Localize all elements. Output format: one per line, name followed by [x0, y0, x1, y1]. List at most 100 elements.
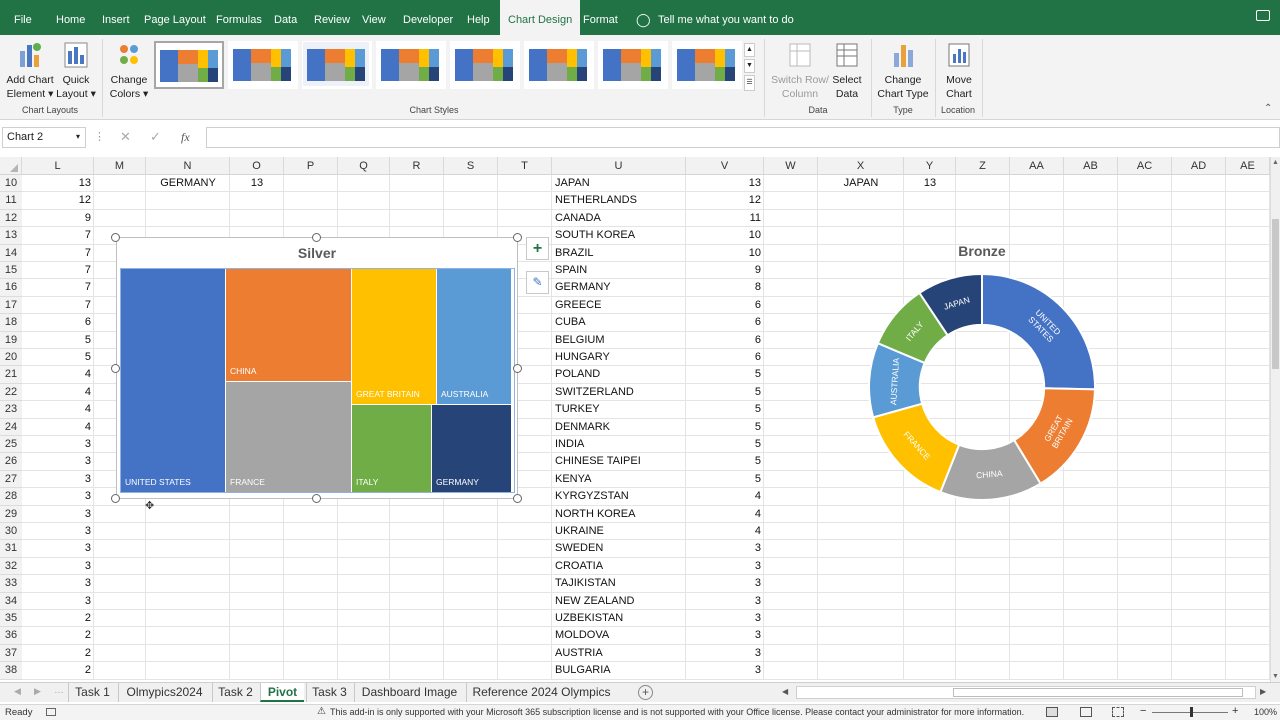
row-header[interactable]: 12 — [0, 209, 22, 228]
resize-handle[interactable] — [312, 494, 321, 503]
sheet-tab-task-2[interactable]: Task 2 — [212, 683, 258, 702]
gallery-scroll-down[interactable]: ▼ — [744, 59, 755, 73]
col-header-l[interactable]: L — [22, 157, 94, 175]
sheet-tab-pivot[interactable]: Pivot — [260, 683, 304, 702]
row-header[interactable]: 18 — [0, 314, 22, 332]
cell-v-value[interactable]: 3 — [686, 610, 761, 627]
cell-v-value[interactable]: 4 — [686, 488, 761, 505]
cell-v-value[interactable]: 5 — [686, 453, 761, 470]
menu-home[interactable]: Home — [56, 0, 85, 35]
menu-insert[interactable]: Insert — [102, 0, 130, 35]
cell-l[interactable]: 7 — [22, 245, 91, 262]
cell-l[interactable]: 2 — [22, 662, 91, 679]
cell-u-country[interactable]: SWEDEN — [555, 540, 685, 557]
col-header-ae[interactable]: AE — [1226, 157, 1270, 175]
col-header-q[interactable]: Q — [338, 157, 390, 175]
cell-v-value[interactable]: 8 — [686, 279, 761, 296]
col-header-s[interactable]: S — [444, 157, 498, 175]
change-colors-button[interactable]: Change Colors ▾ — [106, 41, 152, 101]
horizontal-scroll-thumb[interactable] — [953, 688, 1243, 697]
cell-u-country[interactable]: MOLDOVA — [555, 627, 685, 644]
col-header-r[interactable]: R — [390, 157, 444, 175]
row-header[interactable]: 16 — [0, 279, 22, 297]
worksheet-grid[interactable]: 10 11 12 13 14 15 16 17 18 19 20 21 22 23 24 25 26 27 28 29… — [0, 175, 1270, 680]
row-header[interactable]: 36 — [0, 627, 22, 645]
row-header[interactable]: 10 — [0, 175, 22, 193]
gallery-scroll-up[interactable]: ▲ — [744, 43, 755, 57]
cell-u-country[interactable]: CANADA — [555, 210, 685, 227]
scroll-up-icon[interactable]: ▲ — [1272, 159, 1279, 166]
row-header[interactable]: 28 — [0, 488, 22, 506]
add-sheet-button[interactable]: + — [638, 685, 653, 700]
menu-review[interactable]: Review — [314, 0, 350, 35]
collapse-ribbon-icon[interactable]: ⌃ — [1264, 103, 1272, 114]
cell-y10[interactable]: 13 — [904, 175, 956, 192]
row-header[interactable]: 27 — [0, 470, 22, 489]
cell-l[interactable]: 3 — [22, 593, 91, 610]
row-header[interactable]: 37 — [0, 644, 22, 663]
cell-v-value[interactable]: 6 — [686, 332, 761, 349]
tell-me-search[interactable]: Tell me what you want to do — [658, 14, 794, 26]
cell-l[interactable]: 3 — [22, 575, 91, 592]
menu-help[interactable]: Help — [467, 0, 490, 35]
col-header-t[interactable]: T — [498, 157, 552, 175]
cell-u-country[interactable]: SWITZERLAND — [555, 384, 685, 401]
comments-icon[interactable] — [1256, 10, 1270, 21]
treemap-title[interactable]: Silver — [117, 245, 517, 261]
col-header-m[interactable]: M — [94, 157, 146, 175]
doughnut-plot[interactable]: UNITEDSTATESGREATBRITAINCHINAFRANCEAUSTR… — [850, 257, 1114, 517]
macro-recording-icon[interactable] — [46, 708, 56, 716]
cell-u-country[interactable]: BELGIUM — [555, 332, 685, 349]
cell-v-value[interactable]: 10 — [686, 227, 761, 244]
treemap-tile-australia[interactable]: AUSTRALIA — [437, 269, 511, 404]
cell-u-country[interactable]: CUBA — [555, 314, 685, 331]
menu-data[interactable]: Data — [274, 0, 297, 35]
row-header[interactable]: 33 — [0, 575, 22, 593]
sheet-tab-task-3[interactable]: Task 3 — [306, 683, 352, 702]
tab-more-icon[interactable]: … — [54, 685, 64, 696]
cell-u-country[interactable]: DENMARK — [555, 419, 685, 436]
cell-l[interactable]: 4 — [22, 384, 91, 401]
zoom-level[interactable]: 100% — [1254, 707, 1277, 717]
col-header-x[interactable]: X — [818, 157, 904, 175]
row-header[interactable]: 32 — [0, 557, 22, 576]
cell-u-country[interactable]: NETHERLANDS — [555, 192, 685, 209]
resize-handle[interactable] — [513, 233, 522, 242]
cell-l[interactable]: 2 — [22, 645, 91, 662]
col-header-w[interactable]: W — [764, 157, 818, 175]
resize-handle[interactable] — [312, 233, 321, 242]
resize-handle[interactable] — [513, 494, 522, 503]
cell-l[interactable]: 5 — [22, 349, 91, 366]
quick-layout-button[interactable]: Quick Layout ▾ — [56, 41, 96, 101]
cell-u-country[interactable]: HUNGARY — [555, 349, 685, 366]
formula-input[interactable] — [206, 127, 1280, 148]
cell-v-value[interactable]: 5 — [686, 366, 761, 383]
chart-style-8[interactable] — [672, 41, 742, 89]
row-header[interactable]: 17 — [0, 296, 22, 315]
treemap-tile-china[interactable]: CHINA — [226, 269, 351, 381]
cell-v-value[interactable]: 6 — [686, 297, 761, 314]
cell-v-value[interactable]: 6 — [686, 349, 761, 366]
row-header[interactable]: 26 — [0, 453, 22, 471]
row-header[interactable]: 25 — [0, 436, 22, 454]
row-header[interactable]: 21 — [0, 366, 22, 384]
gallery-more[interactable]: ☰ — [744, 75, 755, 91]
cell-u-country[interactable]: AUSTRIA — [555, 645, 685, 662]
row-header[interactable]: 34 — [0, 592, 22, 610]
chart-styles-brush-button[interactable]: ✎ — [526, 271, 549, 294]
cell-x10[interactable]: JAPAN — [818, 175, 904, 192]
treemap-plot-area[interactable]: UNITED STATES CHINA FRANCE GREAT BRITAIN AUS… — [120, 268, 515, 493]
page-break-view-icon[interactable] — [1112, 707, 1124, 717]
switch-row-column-button[interactable]: Switch Row/ Column — [768, 41, 832, 101]
menu-format[interactable]: Format — [583, 0, 618, 35]
zoom-slider[interactable] — [1152, 707, 1228, 717]
col-header-o[interactable]: O — [230, 157, 284, 175]
treemap-tile-france[interactable]: FRANCE — [226, 382, 351, 492]
row-header[interactable]: 23 — [0, 401, 22, 419]
cell-v-value[interactable]: 10 — [686, 245, 761, 262]
cell-v-value[interactable]: 5 — [686, 401, 761, 418]
treemap-tile-great-britain[interactable]: GREAT BRITAIN — [352, 269, 436, 404]
cell-u-country[interactable]: GERMANY — [555, 279, 685, 296]
horizontal-scrollbar[interactable] — [796, 686, 1256, 699]
row-header[interactable]: 19 — [0, 331, 22, 349]
